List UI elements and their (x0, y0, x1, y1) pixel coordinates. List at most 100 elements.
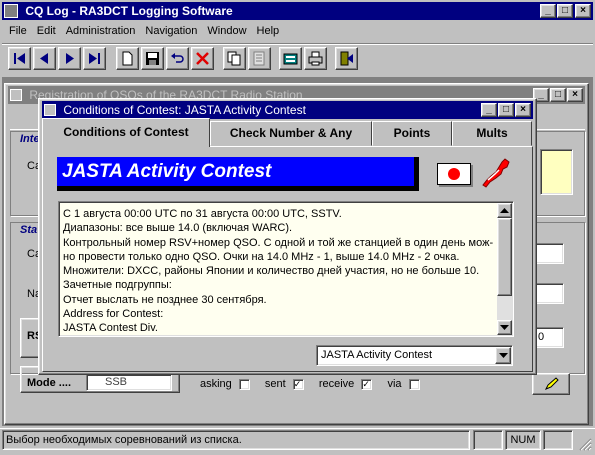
bg-field-right-3[interactable]: 0 (535, 327, 564, 348)
first-icon (14, 53, 25, 64)
status-pane-4 (543, 430, 573, 450)
bg-group-top-label: Inte (20, 133, 40, 145)
bg-check-receive-label: receive (318, 378, 355, 390)
arrow-down-icon (500, 325, 509, 330)
next-icon (66, 53, 74, 64)
status-num-pane: NUM (505, 430, 541, 450)
next-record-button[interactable] (58, 47, 81, 70)
dialog-minimize-button[interactable]: _ (481, 103, 497, 117)
rules-line: Контрольный номер RSV+номер QSO. С одной… (63, 236, 494, 249)
contest-banner-title: JASTA Activity Contest (62, 161, 272, 182)
first-record-button[interactable] (8, 47, 31, 70)
prev-record-button[interactable] (33, 47, 56, 70)
rules-line: Зачетные подгруппы: (63, 279, 172, 292)
tab-conditions-of-contest[interactable]: Conditions of Contest (42, 118, 210, 147)
qso-close-button[interactable]: × (567, 88, 583, 102)
bg-field-right-1[interactable] (535, 243, 564, 264)
scroll-up-button[interactable] (497, 203, 512, 218)
database-icon (283, 53, 298, 65)
rules-line: но провести только одно QSO. Очки на 14.… (63, 250, 460, 263)
scroll-thumb[interactable] (497, 218, 512, 296)
delete-button[interactable] (191, 47, 214, 70)
bg-check-sent[interactable]: ✓ (292, 378, 304, 390)
rules-text: С 1 августа 00:00 UTC по 31 августа 00:0… (63, 207, 493, 336)
dialog-titlebar: Conditions of Contest: JASTA Activity Co… (42, 101, 533, 119)
close-button[interactable]: × (575, 4, 591, 18)
japan-map-icon (482, 158, 510, 188)
undo-icon (171, 53, 184, 63)
bg-edit-button[interactable] (532, 373, 570, 395)
bg-mode-label: Mode .... (27, 377, 71, 389)
tab-points[interactable]: Points (372, 121, 452, 146)
status-message-pane: Выбор необходимых соревнований из списка… (2, 430, 470, 450)
menu-bar: File Edit Administration Navigation Window He… (4, 22, 284, 40)
tab-check-number[interactable]: Check Number & Any (210, 121, 372, 146)
bg-check-receive[interactable]: ✓ (361, 378, 373, 390)
status-pane-2 (473, 430, 503, 450)
rules-line: Множители: DXCC, районы Японии и количес… (63, 265, 480, 278)
last-record-button[interactable] (83, 47, 106, 70)
report-button[interactable] (248, 47, 271, 70)
exit-button[interactable] (335, 47, 358, 70)
menu-window[interactable]: Window (202, 22, 251, 40)
qso-maximize-button[interactable]: □ (550, 88, 566, 102)
bg-check-row: asking sent ✓ receive ✓ via (200, 378, 420, 390)
menu-administration[interactable]: Administration (61, 22, 141, 40)
new-record-button[interactable] (116, 47, 139, 70)
delete-x-icon (196, 52, 209, 65)
rules-line: Address for Contest: (63, 308, 164, 321)
contest-select[interactable]: JASTA Activity Contest (316, 345, 513, 366)
bg-mode-field[interactable]: SSB (86, 374, 172, 391)
size-grip-icon[interactable] (578, 437, 592, 451)
rules-scrollbar[interactable] (497, 203, 512, 335)
arrow-up-icon (500, 208, 509, 213)
bg-check-via[interactable] (408, 378, 420, 390)
tab-mults[interactable]: Mults (452, 121, 532, 146)
menu-navigation[interactable]: Navigation (140, 22, 202, 40)
export-button[interactable] (279, 47, 302, 70)
rules-line: Диапазоны: все выше 14.0 (включая WARC). (63, 222, 293, 235)
contest-select-dropdown-button[interactable] (495, 347, 511, 364)
exit-door-icon (340, 51, 353, 66)
app-icon (4, 4, 18, 18)
bg-check-sent-label: sent (264, 378, 286, 390)
contest-rules-memo[interactable]: С 1 августа 00:00 UTC по 31 августа 00:0… (58, 201, 514, 337)
minimize-button[interactable]: _ (540, 4, 556, 18)
dialog-title: Conditions of Contest: JASTA Activity Co… (63, 103, 306, 117)
japan-flag-icon (437, 163, 471, 185)
dialog-icon (44, 104, 56, 116)
contest-banner-inner: JASTA Activity Contest (57, 157, 414, 186)
bg-check-asking-label: asking (200, 378, 232, 390)
bg-side-value: 0 (538, 331, 545, 343)
chevron-down-icon (499, 353, 508, 358)
copy-button[interactable] (223, 47, 246, 70)
qso-window-icon (10, 89, 22, 101)
menu-edit[interactable]: Edit (32, 22, 61, 40)
maximize-button[interactable]: □ (557, 4, 573, 18)
dialog-close-button[interactable]: × (515, 103, 531, 117)
app-titlebar: CQ Log - RA3DCT Logging Software _ □ × (2, 2, 593, 20)
report-icon (253, 51, 265, 66)
printer-icon (308, 51, 323, 66)
dialog-maximize-button[interactable]: □ (498, 103, 514, 117)
bg-check-asking[interactable] (238, 378, 250, 390)
app-title: CQ Log - RA3DCT Logging Software (25, 4, 233, 18)
rules-line: Отчет выслать не позднее 30 сентября. (63, 293, 267, 306)
save-disk-icon (146, 52, 159, 65)
undo-button[interactable] (166, 47, 189, 70)
scroll-down-button[interactable] (497, 320, 512, 335)
bg-group-mid-label: Sta (20, 224, 38, 236)
bg-mode-value: SSB (105, 376, 128, 388)
prev-icon (40, 53, 48, 64)
contest-select-value: JASTA Activity Contest (321, 349, 433, 361)
menu-help[interactable]: Help (252, 22, 285, 40)
print-button[interactable] (304, 47, 327, 70)
last-icon (89, 53, 100, 64)
copy-icon (227, 51, 241, 66)
rules-line: JASTA Contest Div. (63, 322, 158, 335)
status-num: NUM (510, 434, 536, 446)
menu-file[interactable]: File (4, 22, 32, 40)
save-button[interactable] (141, 47, 164, 70)
rules-line: С 1 августа 00:00 UTC по 31 августа 00:0… (63, 208, 342, 220)
bg-field-right-2[interactable] (535, 283, 564, 304)
